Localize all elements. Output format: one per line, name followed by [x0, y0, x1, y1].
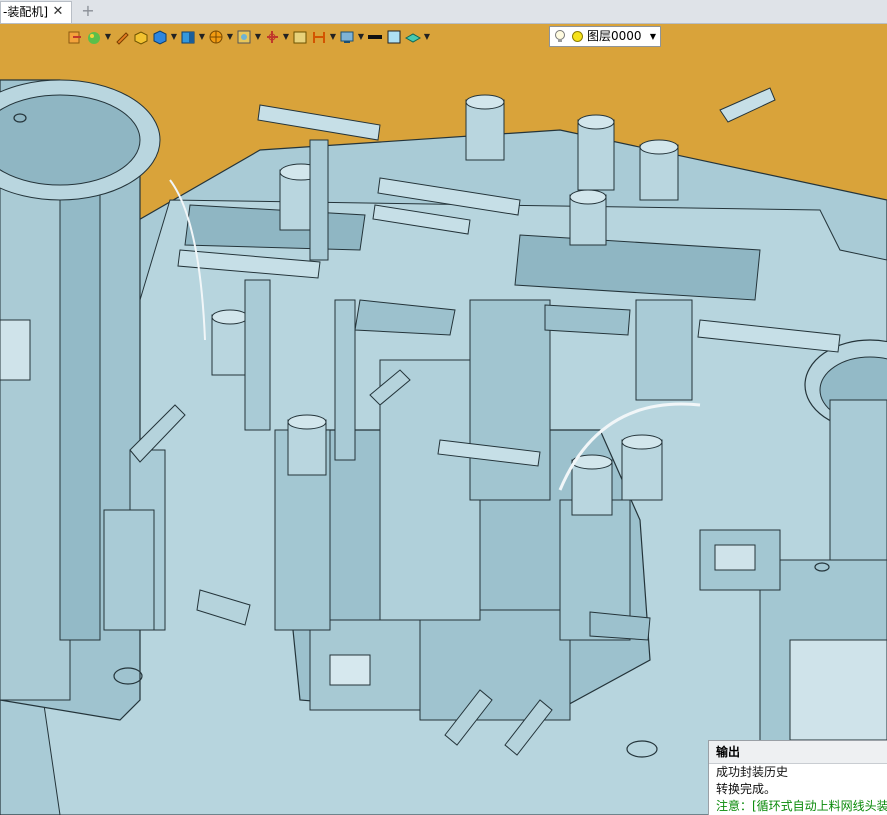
import-icon[interactable] — [66, 28, 84, 46]
axis-icon[interactable] — [263, 28, 281, 46]
chevron-down-icon[interactable]: ▼ — [104, 28, 112, 46]
output-panel: 输出 成功封装历史 转换完成。 注意：[循环式自动上料网线头装 — [708, 740, 887, 815]
view-toolbar: ▼ ▼ ▼ ▼ ▼ ▼ ▼ ▼ ▼ — [66, 26, 431, 48]
document-tab-title: -装配机] — [3, 5, 49, 19]
sphere-orange-icon[interactable] — [207, 28, 225, 46]
chevron-down-icon[interactable]: ▼ — [254, 28, 262, 46]
chevron-down-icon[interactable]: ▼ — [226, 28, 234, 46]
cad-model-view — [0, 24, 887, 815]
output-line: 成功封装历史 — [716, 765, 789, 779]
dimension-icon[interactable] — [310, 28, 328, 46]
close-tab-icon[interactable]: ✕ — [51, 5, 65, 19]
layer-selector[interactable]: 图层0000 ▼ — [549, 26, 661, 47]
chevron-down-icon[interactable]: ▼ — [282, 28, 290, 46]
chevron-down-icon[interactable]: ▼ — [423, 28, 431, 46]
document-tab[interactable]: -装配机] ✕ — [0, 1, 72, 23]
layer-color-icon — [572, 31, 583, 42]
chevron-down-icon[interactable]: ▼ — [170, 28, 178, 46]
chevron-down-icon[interactable]: ▼ — [650, 27, 656, 46]
layer-name: 图层0000 — [587, 29, 642, 43]
tab-bar: -装配机] ✕ + — [0, 0, 887, 24]
view-icon[interactable] — [235, 28, 253, 46]
new-tab-icon[interactable]: + — [80, 2, 96, 20]
display-icon[interactable] — [338, 28, 356, 46]
blue-fill-icon[interactable] — [385, 28, 403, 46]
output-note: 注意：[循环式自动上料网线头装 — [716, 799, 887, 813]
chevron-down-icon[interactable]: ▼ — [198, 28, 206, 46]
pen-icon[interactable] — [113, 28, 131, 46]
layer-stack-icon[interactable] — [404, 28, 422, 46]
output-panel-title: 输出 — [709, 741, 887, 764]
box-icon[interactable] — [151, 28, 169, 46]
lightbulb-icon[interactable] — [554, 29, 566, 50]
palette-icon[interactable] — [85, 28, 103, 46]
output-line: 转换完成。 — [716, 782, 777, 796]
chevron-down-icon[interactable]: ▼ — [357, 28, 365, 46]
solid-yellow-icon[interactable] — [132, 28, 150, 46]
chevron-down-icon[interactable]: ▼ — [329, 28, 337, 46]
box-blue-icon[interactable] — [179, 28, 197, 46]
3d-viewport[interactable] — [0, 24, 887, 815]
frame-icon[interactable] — [291, 28, 309, 46]
black-line-icon[interactable] — [366, 28, 384, 46]
